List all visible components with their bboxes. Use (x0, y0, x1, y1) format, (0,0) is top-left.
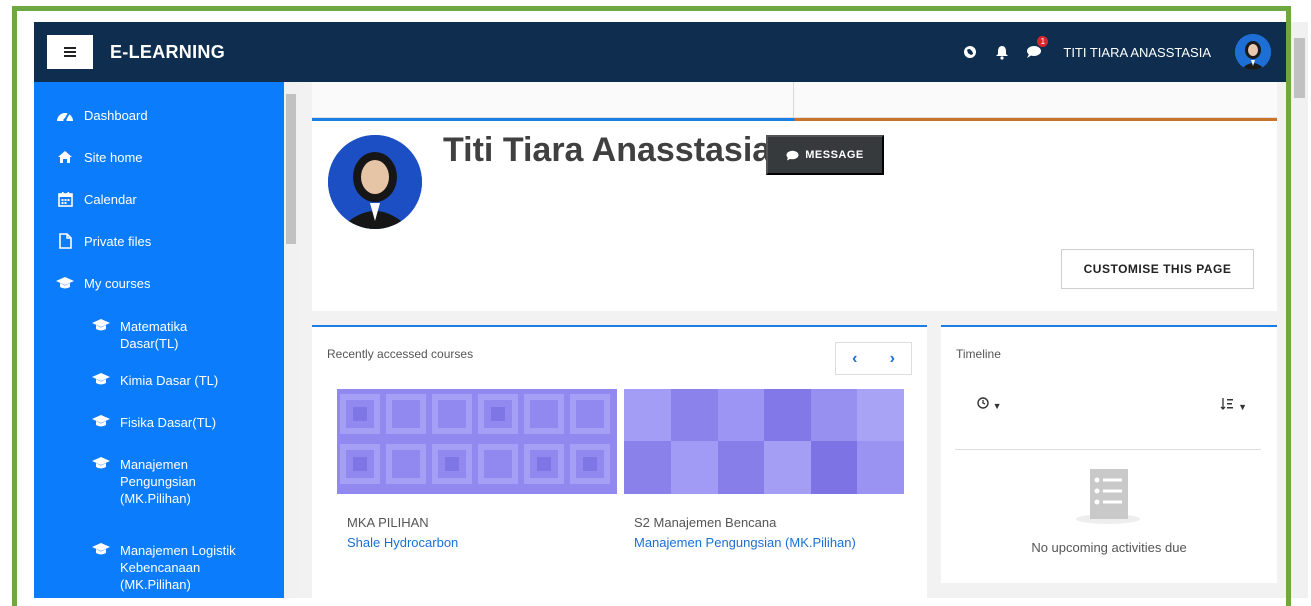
dashboard-icon (54, 108, 76, 122)
recent-courses-card: Recently accessed courses ‹ › MKA PILIHA… (312, 325, 927, 598)
language-globe-icon[interactable] (961, 43, 979, 61)
graduation-cap-icon (90, 318, 112, 332)
chevron-right-icon: › (889, 349, 895, 367)
timeline-divider (955, 449, 1261, 450)
sidebar-course-label: Manajemen Pengungsian (MK.Pilihan) (120, 457, 196, 506)
profile-header-card: Titi Tiara Anasstasia MESSAGE CUSTOMISE … (312, 118, 1277, 311)
message-count-badge: 1 (1037, 36, 1049, 47)
messages-icon[interactable]: 1 (1025, 36, 1049, 61)
user-menu-name[interactable]: TITI TIARA ANASSTASIA (1063, 45, 1211, 60)
sidebar-item-label: Calendar (84, 191, 137, 207)
menu-toggle-button[interactable] (47, 35, 93, 69)
sidebar-course-manajemen-logistik[interactable]: Manajemen Logistik Kebencanaan (MK.Pilih… (34, 542, 284, 598)
user-avatar[interactable] (1235, 34, 1271, 70)
sidebar-course-label: Fisika Dasar(TL) (120, 415, 217, 430)
course-card[interactable]: S2 Manajemen Bencana Manajemen Pengungsi… (624, 389, 904, 550)
navbar-actions: 1 TITI TIARA ANASSTASIA (961, 34, 1291, 70)
brand-title[interactable]: E-LEARNING (110, 42, 225, 63)
sidebar-course-label: Manajemen Logistik Kebencanaan (MK.Pilih… (120, 543, 236, 592)
sidebar-item-label: Private files (84, 233, 152, 249)
top-tabs-strip (312, 82, 1277, 118)
sidebar-item-private-files[interactable]: Private files (34, 220, 284, 262)
profile-name: Titi Tiara Anasstasia (443, 131, 772, 169)
course-name-link[interactable]: Manajemen Pengungsian (MK.Pilihan) (634, 535, 904, 550)
page-scrollbar-thumb[interactable] (1294, 38, 1305, 98)
course-card[interactable]: MKA PILIHAN Shale Hydrocarbon (337, 389, 617, 550)
app-frame: E-LEARNING 1 TITI TIARA ANASSTASIA Dashb… (0, 0, 1311, 606)
sidebar-scrollbar[interactable] (284, 82, 298, 598)
main-content: Titi Tiara Anasstasia MESSAGE CUSTOMISE … (298, 82, 1291, 598)
sidebar-item-dashboard[interactable]: Dashboard (34, 94, 284, 136)
recent-courses-pager: ‹ › (835, 342, 912, 375)
graduation-cap-icon (90, 456, 112, 470)
course-category: S2 Manajemen Bencana (634, 515, 777, 530)
graduation-cap-icon (90, 372, 112, 386)
caret-down-icon: ▼ (1238, 402, 1247, 412)
sidebar-course-label: Matematika Dasar(TL) (120, 319, 188, 351)
customise-page-button[interactable]: CUSTOMISE THIS PAGE (1061, 249, 1254, 289)
sidebar-item-label: My courses (84, 275, 151, 291)
sort-icon (1220, 398, 1234, 410)
sidebar-item-label: Dashboard (84, 107, 148, 123)
profile-avatar (328, 135, 422, 229)
sidebar-course-matematika[interactable]: Matematika Dasar(TL) (34, 318, 284, 372)
timeline-empty-message: No upcoming activities due (1031, 540, 1187, 555)
sidebar-course-label: Kimia Dasar (TL) (120, 373, 219, 388)
sidebar-scrollbar-thumb[interactable] (286, 94, 296, 244)
sidebar-item-site-home[interactable]: Site home (34, 136, 284, 178)
clock-icon (977, 397, 989, 409)
sidebar-course-manajemen-pengungsian[interactable]: Manajemen Pengungsian (MK.Pilihan) (34, 456, 284, 542)
empty-list-icon (1076, 469, 1140, 524)
course-name-link[interactable]: Shale Hydrocarbon (347, 535, 617, 550)
top-navbar: E-LEARNING 1 TITI TIARA ANASSTASIA (34, 22, 1291, 82)
notification-bell-icon[interactable] (993, 43, 1011, 61)
calendar-icon (54, 191, 76, 207)
timeline-filter-dropdown[interactable]: ▼ (977, 397, 1002, 413)
caret-down-icon: ▼ (992, 401, 1002, 411)
nav-drawer: Dashboard Site home Calendar Private fil… (34, 82, 284, 598)
sidebar-course-kimia[interactable]: Kimia Dasar (TL) (34, 372, 284, 414)
file-icon (54, 233, 76, 249)
chevron-left-icon: ‹ (852, 349, 858, 367)
chat-bubble-icon (786, 150, 799, 160)
tab-divider (793, 82, 794, 118)
sidebar-item-my-courses[interactable]: My courses (34, 262, 284, 304)
course-thumbnail (624, 389, 904, 494)
graduation-cap-icon (54, 276, 76, 290)
course-category: MKA PILIHAN (347, 515, 429, 530)
timeline-card: Timeline ▼ ▼ No upcoming activities due (941, 325, 1277, 583)
timeline-sort-dropdown[interactable]: ▼ (1220, 397, 1247, 413)
recent-courses-title: Recently accessed courses (327, 347, 474, 361)
hamburger-icon (64, 47, 76, 57)
sidebar-item-calendar[interactable]: Calendar (34, 178, 284, 220)
home-icon (54, 150, 76, 164)
sidebar-course-fisika[interactable]: Fisika Dasar(TL) (34, 414, 284, 456)
timeline-controls: ▼ ▼ (977, 397, 1247, 413)
graduation-cap-icon (90, 414, 112, 428)
timeline-title: Timeline (956, 347, 1001, 361)
message-button[interactable]: MESSAGE (766, 135, 884, 175)
next-button[interactable]: › (873, 343, 911, 374)
course-thumbnail (337, 389, 617, 494)
sidebar-item-label: Site home (84, 149, 143, 165)
page-scrollbar[interactable] (1291, 22, 1308, 598)
graduation-cap-icon (90, 542, 112, 556)
message-button-label: MESSAGE (805, 149, 864, 161)
prev-button[interactable]: ‹ (836, 343, 874, 374)
